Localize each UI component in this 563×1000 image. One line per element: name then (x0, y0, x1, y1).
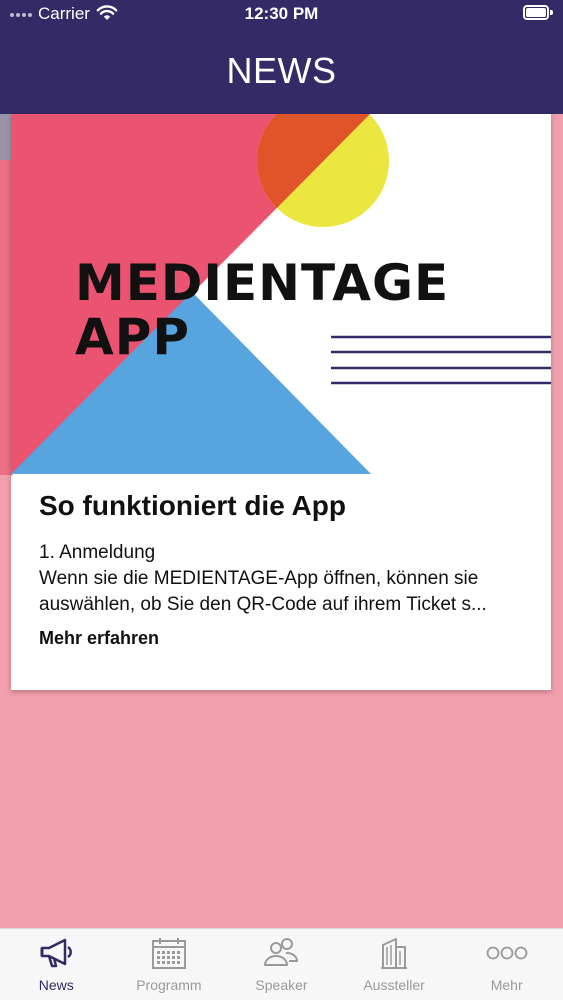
tab-mehr[interactable]: Mehr (450, 929, 563, 1000)
tab-aussteller[interactable]: Aussteller (338, 929, 451, 1000)
header: Carrier 12:30 PM NEWS (0, 0, 563, 114)
news-card-content: So funktioniert die App 1. Anmeldung Wen… (39, 490, 539, 649)
tab-programm-label: Programm (136, 977, 202, 993)
news-card-body-line: auswählen, ob Sie den QR-Code auf ihrem … (39, 594, 487, 615)
tab-news[interactable]: News (0, 929, 113, 1000)
background-card-edge (0, 160, 11, 475)
hero-logo-line2: APP (75, 308, 190, 366)
status-time: 12:30 PM (244, 4, 319, 23)
hero-logo-line1: MEDIENTAGE (75, 254, 450, 312)
tab-news-label: News (38, 977, 74, 993)
tab-speaker-label: Speaker (255, 977, 308, 993)
tab-aussteller-label: Aussteller (363, 977, 425, 993)
news-screen: Carrier 12:30 PM NEWS MEDIENTAGE APP So … (0, 0, 563, 1000)
news-card[interactable]: MEDIENTAGE APP So funktioniert die App 1… (11, 114, 551, 690)
tab-speaker[interactable]: Speaker (225, 929, 338, 1000)
tab-bar: News Programm Speaker Aussteller Mehr (0, 928, 563, 1000)
tab-programm[interactable]: Programm (113, 929, 226, 1000)
news-card-title: So funktioniert die App (39, 490, 346, 521)
status-bar: Carrier 12:30 PM (0, 0, 563, 30)
battery-icon (523, 5, 553, 20)
news-card-body-line: 1. Anmeldung (39, 542, 156, 563)
news-card-image: MEDIENTAGE APP (11, 114, 551, 476)
news-card-body-line: Wenn sie die MEDIENTAGE-App öffnen, könn… (39, 568, 479, 589)
tab-mehr-label: Mehr (490, 977, 523, 993)
previous-card-edge (0, 114, 11, 164)
hero-logo-text: MEDIENTAGE APP (75, 256, 449, 364)
read-more-link[interactable]: Mehr erfahren (39, 628, 159, 649)
page-title: NEWS (226, 50, 337, 91)
